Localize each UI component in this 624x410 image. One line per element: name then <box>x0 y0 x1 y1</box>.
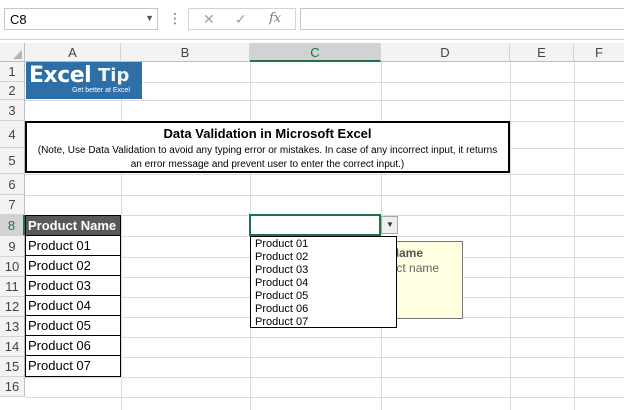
cancel-icon[interactable]: ✕ <box>203 11 215 28</box>
row-header-2[interactable]: 2 <box>0 82 25 100</box>
row-header-10[interactable]: 10 <box>0 257 25 277</box>
row-header-3[interactable]: 3 <box>0 100 25 121</box>
dropdown-option[interactable]: Product 06 <box>255 303 396 316</box>
row-header-8[interactable]: 8 <box>0 215 25 236</box>
row-header-16[interactable]: 16 <box>0 377 25 397</box>
validation-dropdown-list: Product 01 Product 02 Product 03 Product… <box>250 236 397 328</box>
logo-tagline: Get better at Excel <box>72 87 130 94</box>
logo-excel-text: Excel <box>29 63 92 88</box>
table-row[interactable]: Product 02 <box>26 256 120 276</box>
table-row[interactable]: Product 01 <box>26 236 120 256</box>
table-row[interactable]: Product 04 <box>26 296 120 316</box>
more-options-icon[interactable]: ⋮ <box>168 10 182 27</box>
row-header-14[interactable]: 14 <box>0 337 25 357</box>
formula-input[interactable] <box>300 8 624 30</box>
row-header-9[interactable]: 9 <box>0 236 25 257</box>
insert-function-icon[interactable]: fx <box>269 11 281 26</box>
title-note: (Note, Use Data Validation to avoid any … <box>37 145 498 170</box>
row-header-6[interactable]: 6 <box>0 174 25 195</box>
dropdown-option[interactable]: Product 01 <box>255 238 396 251</box>
column-header-e[interactable]: E <box>510 43 574 62</box>
table-row[interactable]: Product 06 <box>26 336 120 356</box>
formula-bar: C8 ▼ ⋮ ✕ ✓ fx <box>0 0 624 40</box>
dropdown-option[interactable]: Product 04 <box>255 277 396 290</box>
title-box[interactable]: Data Validation in Microsoft Excel (Note… <box>25 121 510 173</box>
row-header-4[interactable]: 4 <box>0 121 25 148</box>
row-header-11[interactable]: 11 <box>0 277 25 297</box>
column-header-b[interactable]: B <box>121 43 250 62</box>
formula-buttons: ✕ ✓ fx <box>188 8 296 30</box>
name-box-value: C8 <box>10 12 27 27</box>
page-title: Data Validation in Microsoft Excel <box>163 126 372 141</box>
active-cell-c8[interactable] <box>249 214 381 236</box>
table-row[interactable]: Product 05 <box>26 316 120 336</box>
table-row[interactable]: Product 07 <box>26 356 120 376</box>
row-header-13[interactable]: 13 <box>0 317 25 337</box>
row-header-12[interactable]: 12 <box>0 297 25 317</box>
product-table-header[interactable]: Product Name <box>26 216 120 236</box>
dropdown-option[interactable]: Product 07 <box>255 316 396 329</box>
product-table: Product Name Product 01 Product 02 Produ… <box>25 215 121 377</box>
column-header-f[interactable]: F <box>574 43 624 62</box>
logo-tip-text: Tip <box>98 65 130 86</box>
column-header-a[interactable]: A <box>25 43 121 62</box>
chevron-down-icon: ▼ <box>386 220 394 229</box>
name-box[interactable]: C8 ▼ <box>4 8 158 30</box>
excel-tip-logo: Excel Tip Get better at Excel <box>26 62 142 99</box>
validation-dropdown-button[interactable]: ▼ <box>381 216 398 234</box>
dropdown-option[interactable]: Product 03 <box>255 264 396 277</box>
table-row[interactable]: Product 03 <box>26 276 120 296</box>
chevron-down-icon[interactable]: ▼ <box>145 13 154 23</box>
row-header-7[interactable]: 7 <box>0 195 25 215</box>
enter-icon[interactable]: ✓ <box>235 11 247 28</box>
row-header-5[interactable]: 5 <box>0 148 25 174</box>
row-header-15[interactable]: 15 <box>0 357 25 377</box>
column-header-d[interactable]: D <box>381 43 510 62</box>
row-header-1[interactable]: 1 <box>0 62 25 82</box>
dropdown-option[interactable]: Product 05 <box>255 290 396 303</box>
select-all-corner[interactable] <box>0 43 25 62</box>
column-header-c[interactable]: C <box>250 43 381 62</box>
dropdown-option[interactable]: Product 02 <box>255 251 396 264</box>
